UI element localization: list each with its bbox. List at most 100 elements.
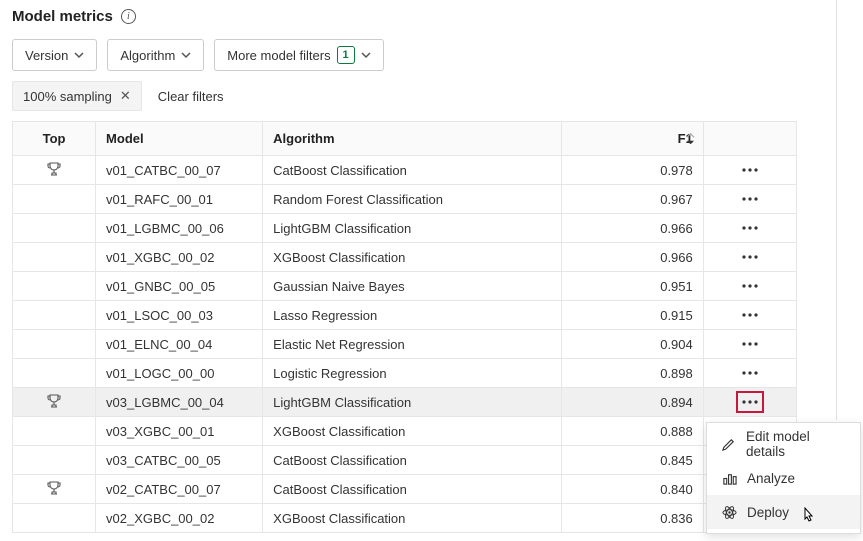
- trophy-icon: [46, 397, 62, 412]
- table-row: v01_GNBC_00_05Gaussian Naive Bayes0.951: [13, 272, 797, 301]
- table-row: v03_XGBC_00_01XGBoost Classification0.88…: [13, 417, 797, 446]
- top-cell: [13, 504, 96, 533]
- row-actions-button[interactable]: [736, 159, 764, 181]
- row-actions-menu: Edit model details Analyze Deploy: [706, 422, 861, 534]
- menu-item-label: Edit model details: [746, 429, 846, 459]
- row-actions-button[interactable]: [736, 217, 764, 239]
- row-actions-button[interactable]: [736, 362, 764, 384]
- sort-up-icon: [686, 132, 695, 138]
- row-actions-button[interactable]: [736, 391, 764, 413]
- info-icon[interactable]: i: [121, 9, 136, 24]
- top-cell: [13, 388, 96, 417]
- f1-cell: 0.951: [561, 272, 703, 301]
- chevron-down-icon: [181, 50, 191, 60]
- table-row: v01_LOGC_00_00Logistic Regression0.898: [13, 359, 797, 388]
- filter-version-button[interactable]: Version: [12, 39, 97, 71]
- filter-more-label: More model filters: [227, 48, 330, 63]
- row-actions-button[interactable]: [736, 304, 764, 326]
- model-name-cell: v03_CATBC_00_05: [96, 446, 263, 475]
- actions-cell: [703, 185, 796, 214]
- row-actions-button[interactable]: [736, 188, 764, 210]
- algorithm-cell: XGBoost Classification: [263, 243, 562, 272]
- top-cell: [13, 446, 96, 475]
- trophy-icon: [46, 165, 62, 180]
- column-header-algorithm[interactable]: Algorithm: [263, 122, 562, 156]
- table-row: v01_LSOC_00_03Lasso Regression0.915: [13, 301, 797, 330]
- column-header-top[interactable]: Top: [13, 122, 96, 156]
- model-name-cell: v01_RAFC_00_01: [96, 185, 263, 214]
- model-name-cell: v03_LGBMC_00_04: [96, 388, 263, 417]
- column-header-f1[interactable]: F1: [561, 122, 703, 156]
- algorithm-cell: Gaussian Naive Bayes: [263, 272, 562, 301]
- close-icon[interactable]: ✕: [120, 88, 131, 104]
- trophy-icon: [46, 484, 62, 499]
- f1-cell: 0.904: [561, 330, 703, 359]
- table-row: v01_XGBC_00_02XGBoost Classification0.96…: [13, 243, 797, 272]
- pencil-icon: [721, 436, 736, 452]
- actions-cell: [703, 214, 796, 243]
- table-row: v01_CATBC_00_07CatBoost Classification0.…: [13, 156, 797, 185]
- model-name-cell: v01_LOGC_00_00: [96, 359, 263, 388]
- top-cell: [13, 185, 96, 214]
- atom-icon: [721, 504, 737, 520]
- algorithm-cell: Logistic Regression: [263, 359, 562, 388]
- actions-cell: [703, 243, 796, 272]
- algorithm-cell: LightGBM Classification: [263, 214, 562, 243]
- model-name-cell: v03_XGBC_00_01: [96, 417, 263, 446]
- column-header-actions: [703, 122, 796, 156]
- filter-chip-sampling: 100% sampling ✕: [12, 81, 142, 111]
- f1-cell: 0.966: [561, 214, 703, 243]
- f1-cell: 0.966: [561, 243, 703, 272]
- f1-cell: 0.967: [561, 185, 703, 214]
- actions-cell: [703, 388, 796, 417]
- model-name-cell: v01_LGBMC_00_06: [96, 214, 263, 243]
- f1-cell: 0.898: [561, 359, 703, 388]
- chevron-down-icon: [74, 50, 84, 60]
- filter-chip-label: 100% sampling: [23, 89, 112, 104]
- model-name-cell: v01_LSOC_00_03: [96, 301, 263, 330]
- algorithm-cell: XGBoost Classification: [263, 417, 562, 446]
- table-row: v02_XGBC_00_02XGBoost Classification0.83…: [13, 504, 797, 533]
- row-actions-button[interactable]: [736, 333, 764, 355]
- f1-cell: 0.978: [561, 156, 703, 185]
- filter-algorithm-label: Algorithm: [120, 48, 175, 63]
- filter-version-label: Version: [25, 48, 68, 63]
- table-row: v03_CATBC_00_05CatBoost Classification0.…: [13, 446, 797, 475]
- page-title: Model metrics: [12, 8, 113, 25]
- top-cell: [13, 417, 96, 446]
- row-actions-button[interactable]: [736, 246, 764, 268]
- filter-more-button[interactable]: More model filters 1: [214, 39, 383, 71]
- model-metrics-table: Top Model Algorithm F1 v01_CATBC_00_07Ca…: [12, 121, 797, 533]
- algorithm-cell: XGBoost Classification: [263, 504, 562, 533]
- algorithm-cell: CatBoost Classification: [263, 156, 562, 185]
- f1-cell: 0.836: [561, 504, 703, 533]
- row-actions-button[interactable]: [736, 275, 764, 297]
- column-header-model[interactable]: Model: [96, 122, 263, 156]
- cursor-pointer-icon: [800, 507, 818, 527]
- sort-indicator: [686, 132, 695, 145]
- top-cell: [13, 301, 96, 330]
- top-cell: [13, 359, 96, 388]
- model-name-cell: v02_CATBC_00_07: [96, 475, 263, 504]
- top-cell: [13, 243, 96, 272]
- table-row: v01_LGBMC_00_06LightGBM Classification0.…: [13, 214, 797, 243]
- algorithm-cell: CatBoost Classification: [263, 475, 562, 504]
- menu-item-deploy[interactable]: Deploy: [707, 495, 860, 529]
- model-name-cell: v01_ELNC_00_04: [96, 330, 263, 359]
- clear-filters-link[interactable]: Clear filters: [158, 89, 224, 104]
- menu-item-edit-model-details[interactable]: Edit model details: [707, 427, 860, 461]
- f1-cell: 0.845: [561, 446, 703, 475]
- divider: [836, 0, 837, 420]
- algorithm-cell: CatBoost Classification: [263, 446, 562, 475]
- top-cell: [13, 272, 96, 301]
- actions-cell: [703, 272, 796, 301]
- algorithm-cell: LightGBM Classification: [263, 388, 562, 417]
- menu-item-analyze[interactable]: Analyze: [707, 461, 860, 495]
- filter-algorithm-button[interactable]: Algorithm: [107, 39, 204, 71]
- actions-cell: [703, 301, 796, 330]
- table-row: v01_RAFC_00_01Random Forest Classificati…: [13, 185, 797, 214]
- sort-down-icon: [686, 139, 695, 145]
- f1-cell: 0.915: [561, 301, 703, 330]
- top-cell: [13, 156, 96, 185]
- table-row: v02_CATBC_00_07CatBoost Classification0.…: [13, 475, 797, 504]
